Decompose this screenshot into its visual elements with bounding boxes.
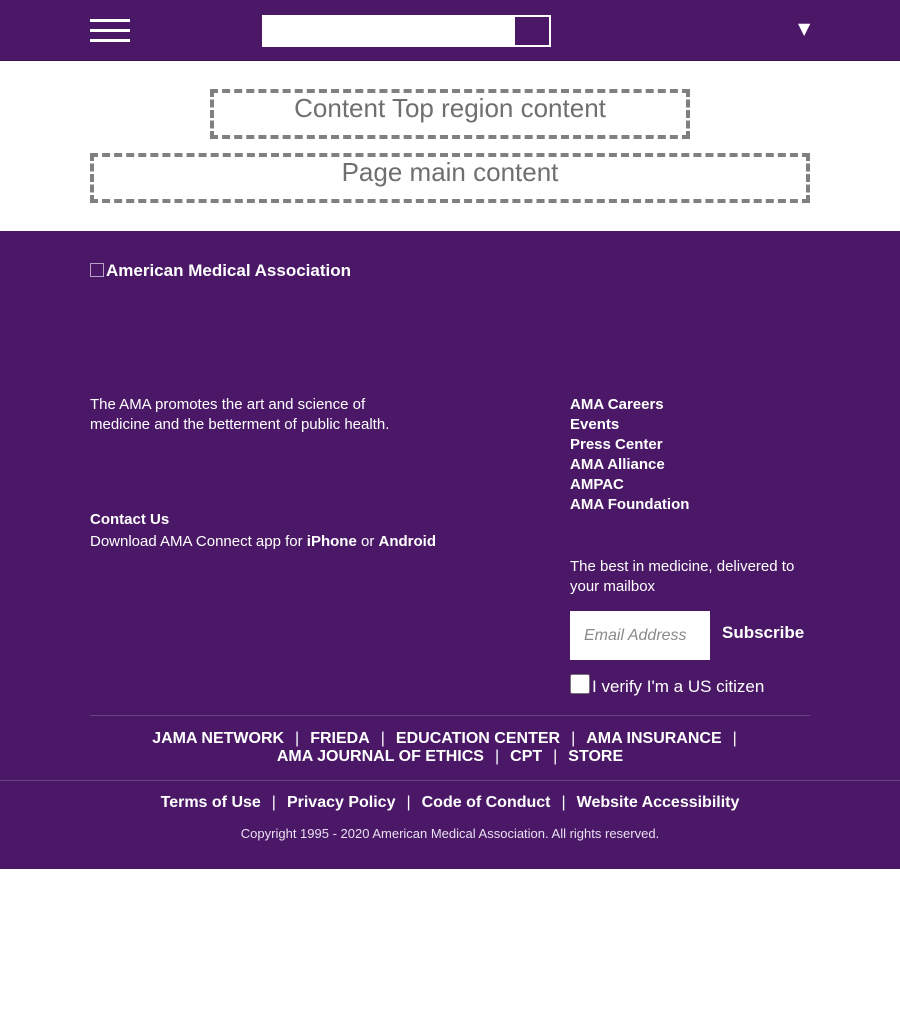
link-store[interactable]: STORE [568,748,623,765]
copyright-text: Copyright 1995 - 2020 American Medical A… [240,826,660,841]
link-ama-insurance[interactable]: AMA INSURANCE [586,730,721,747]
footer-divider [90,715,810,716]
link-cpt[interactable]: CPT [510,748,542,765]
android-link[interactable]: Android [379,533,437,550]
link-ama-foundation[interactable]: AMA Foundation [570,496,689,513]
link-ama-careers[interactable]: AMA Careers [570,396,664,413]
ama-logo[interactable]: American Medical Association [90,261,351,281]
link-jama-network[interactable]: JAMA NETWORK [152,730,284,747]
contact-us-link[interactable]: Contact Us [90,511,169,528]
link-events[interactable]: Events [570,416,619,433]
search-form [262,15,551,47]
broken-image-icon [90,263,104,277]
site-header: ▼ [0,0,900,61]
search-input[interactable] [262,15,514,47]
link-ama-alliance[interactable]: AMA Alliance [570,456,665,473]
iphone-link[interactable]: iPhone [307,533,357,550]
link-ampac[interactable]: AMPAC [570,476,624,493]
verify-checkbox[interactable] [570,674,590,694]
legal-links: Terms of Use | Privacy Policy | Code of Cond… [160,794,740,811]
footer-tagline: The AMA promotes the art and science of … [90,396,390,433]
footer-divider-full [0,780,900,781]
page-content: Content Top region content Page main con… [0,61,900,231]
link-code-of-conduct[interactable]: Code of Conduct [422,794,551,811]
menu-icon[interactable] [90,19,130,43]
link-ama-journal-of-ethics[interactable]: AMA JOURNAL OF ETHICS [277,748,484,765]
download-app-text: Download AMA Connect app for iPhone or A… [90,533,436,550]
footer-nav-row-1: JAMA NETWORK | FRIEDA | EDUCATION CENTER | AMA… [152,730,737,747]
us-citizen-verify: I verify I'm a US citizen [570,674,764,697]
content-top-region: Content Top region content [210,89,690,139]
page-main-region: Page main content [90,153,810,203]
link-education-center[interactable]: EDUCATION CENTER [396,730,560,747]
link-privacy-policy[interactable]: Privacy Policy [287,794,396,811]
search-button[interactable] [513,15,551,47]
footer-nav-row-2: AMA JOURNAL OF ETHICS | CPT | STORE [276,748,624,765]
link-press-center[interactable]: Press Center [570,436,663,453]
verify-label: I verify I'm a US citizen [592,677,765,696]
link-terms-of-use[interactable]: Terms of Use [161,794,261,811]
link-frieda[interactable]: FRIEDA [310,730,370,747]
dropdown-arrow-icon[interactable]: ▼ [798,19,810,38]
site-footer: American Medical Association The AMA pro… [0,231,900,869]
email-field[interactable] [570,611,710,660]
footer-links: AMA Careers Events Press Center AMA Alli… [570,395,689,515]
link-website-accessibility[interactable]: Website Accessibility [577,794,740,811]
subscribe-button[interactable]: Subscribe [718,623,808,643]
newsletter-text: The best in medicine, delivered to your … [570,558,795,595]
